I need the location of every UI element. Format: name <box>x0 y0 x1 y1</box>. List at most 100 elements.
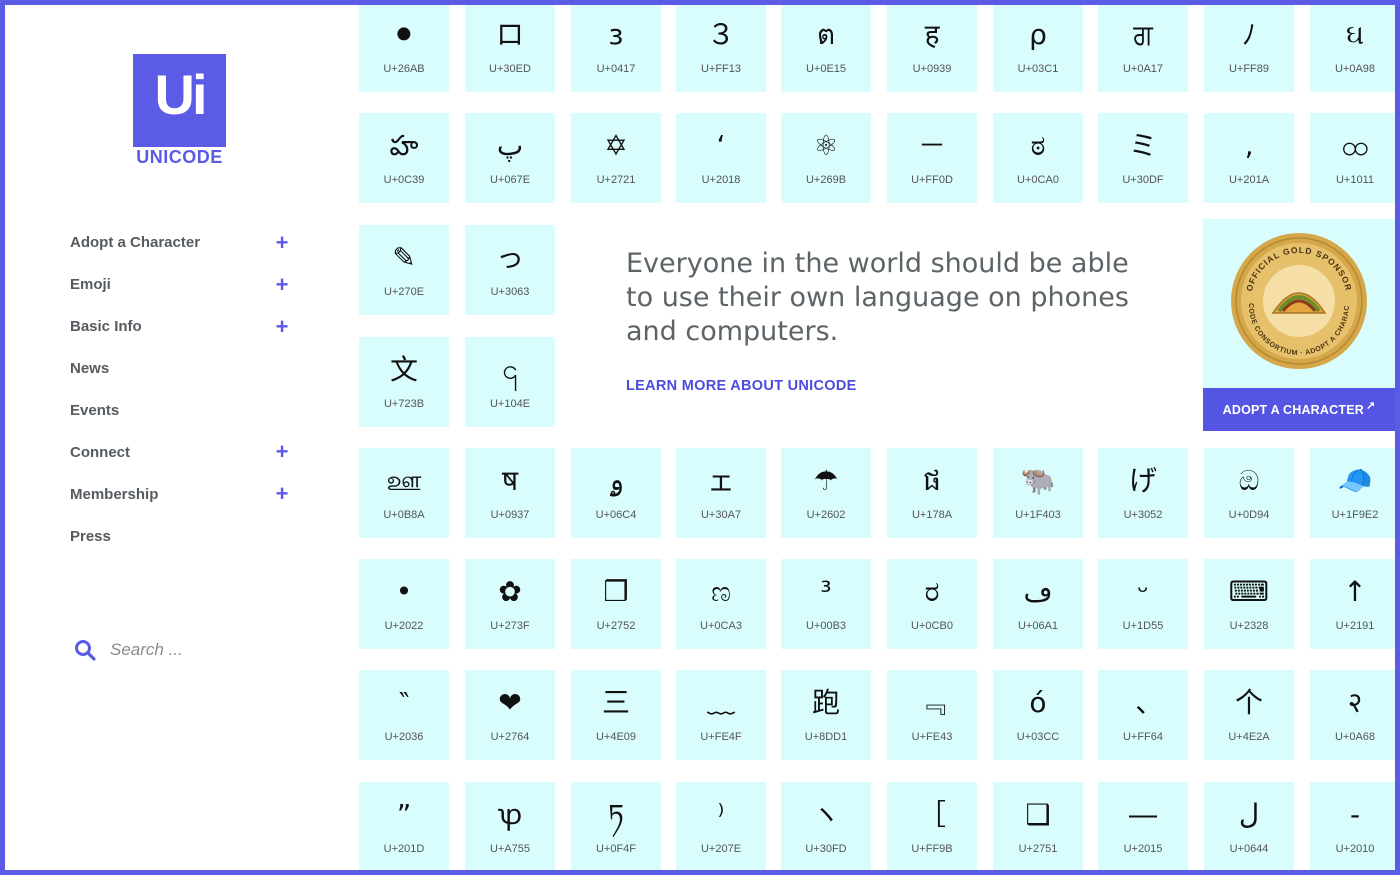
character-glyph: ᵕ <box>1137 575 1149 608</box>
character-tile[interactable]: ह U+0939 <box>887 2 977 92</box>
character-tile[interactable]: ミ U+30DF <box>1098 113 1188 203</box>
character-tile[interactable]: з U+0417 <box>571 2 661 92</box>
code-point-label: U+0CA3 <box>700 620 742 632</box>
character-tile[interactable]: 🐃 U+1F403 <box>993 448 1083 538</box>
character-tile[interactable]: ផ U+178A <box>887 448 977 538</box>
character-tile[interactable]: ό U+03CC <box>993 670 1083 760</box>
code-point-label: U+0E15 <box>805 63 847 75</box>
learn-more-link[interactable]: LEARN MORE ABOUT UNICODE <box>626 378 857 394</box>
sidebar-item-adopt-a-character[interactable]: Adopt a Character + <box>70 222 290 264</box>
character-tile[interactable]: ✎ U+270E <box>359 225 449 315</box>
character-tile[interactable]: ۄ U+06C4 <box>571 448 661 538</box>
character-glyph: ⚫ <box>392 18 416 51</box>
character-tile[interactable]: २ U+0A68 <box>1310 670 1400 760</box>
character-tile[interactable]: ³ U+00B3 <box>781 559 871 649</box>
character-tile[interactable]: ェ U+30A7 <box>676 448 766 538</box>
character-tile[interactable]: 个 U+4E2A <box>1204 670 1294 760</box>
character-tile[interactable]: ﾉ U+FF89 <box>1204 2 1294 92</box>
character-tile[interactable]: ၎ U+104E <box>465 337 555 427</box>
sponsor-panel: OFFICIAL GOLD SPONSOR UNICODE CONSORTIUM… <box>1203 219 1395 431</box>
character-tile[interactable]: ⌨ U+2328 <box>1204 559 1294 649</box>
character-glyph: 🐃 <box>1020 464 1056 497</box>
character-tile[interactable]: ❤ U+2764 <box>465 670 555 760</box>
character-tile[interactable]: پ U+067E <box>465 113 555 203</box>
character-tile[interactable]: ρ U+03C1 <box>993 2 1083 92</box>
unicode-logo[interactable]: Ui UNICODE <box>133 54 226 168</box>
character-tile[interactable]: 文 U+723B <box>359 337 449 427</box>
sidebar-item-press[interactable]: Press <box>70 515 290 557</box>
character-tile[interactable]: ཏ U+0F4F <box>571 782 661 872</box>
character-tile[interactable]: • U+2022 <box>359 559 449 649</box>
character-tile[interactable]: ﹃ U+FE43 <box>887 670 977 760</box>
code-point-label: U+0A17 <box>1122 63 1164 75</box>
sidebar-item-basic-info[interactable]: Basic Info + <box>70 306 290 348</box>
plus-icon[interactable]: + <box>274 231 290 254</box>
character-tile[interactable]: ❒ U+2752 <box>571 559 661 649</box>
character-tile[interactable]: ต U+0E15 <box>781 2 871 92</box>
character-tile[interactable]: ↑ U+2191 <box>1310 559 1400 649</box>
character-tile[interactable]: げ U+3052 <box>1098 448 1188 538</box>
character-tile[interactable]: ਗ U+0A17 <box>1098 2 1188 92</box>
character-tile[interactable]: ロ U+30ED <box>465 2 555 92</box>
sidebar-item-news[interactable]: News <box>70 348 290 390</box>
character-tile[interactable]: ڡ U+06A1 <box>993 559 1083 649</box>
plus-icon[interactable]: + <box>274 441 290 463</box>
character-tile[interactable]: ل U+0644 <box>1204 782 1294 872</box>
code-point-label: U+FF89 <box>1228 63 1270 75</box>
character-tile[interactable]: ඔ U+0D94 <box>1204 448 1294 538</box>
code-point-label: U+06A1 <box>1017 620 1059 632</box>
character-tile[interactable]: ⚛ U+269B <box>781 113 871 203</box>
character-tile[interactable]: ष U+0937 <box>465 448 555 538</box>
character-tile[interactable]: ஊ U+0B8A <box>359 448 449 538</box>
plus-icon[interactable]: + <box>274 315 290 338</box>
character-tile[interactable]: ထ U+1011 <box>1310 113 1400 203</box>
character-tile[interactable]: ‶ U+2036 <box>359 670 449 760</box>
character-tile[interactable]: 三 U+4E09 <box>571 670 661 760</box>
character-tile[interactable]: 跑 U+8DD1 <box>781 670 871 760</box>
character-glyph: ⁾ <box>717 798 725 831</box>
character-tile[interactable]: ” U+201D <box>359 782 449 872</box>
search-box[interactable] <box>74 636 294 664</box>
character-tile[interactable]: ರ U+0CB0 <box>887 559 977 649</box>
character-tile[interactable]: ［ U+FF9B <box>887 782 977 872</box>
character-tile[interactable]: ઘ U+0A98 <box>1310 2 1400 92</box>
sidebar-item-membership[interactable]: Membership + <box>70 473 290 515</box>
character-tile[interactable]: ⁾ U+207E <box>676 782 766 872</box>
plus-icon[interactable]: + <box>274 273 290 296</box>
logo-mark-text: Ui <box>154 63 208 126</box>
character-tile[interactable]: హ U+0C39 <box>359 113 449 203</box>
character-tile[interactable]: ‘ U+2018 <box>676 113 766 203</box>
character-tile[interactable]: ― U+2015 <box>1098 782 1188 872</box>
character-tile[interactable]: ヽ U+30FD <box>781 782 871 872</box>
code-point-label: U+4E2A <box>1228 731 1270 743</box>
character-glyph: ❒ <box>603 575 629 608</box>
search-icon[interactable] <box>74 639 96 661</box>
character-glyph: ⌨ <box>1228 575 1270 608</box>
character-tile[interactable]: ✿ U+273F <box>465 559 555 649</box>
character-tile[interactable]: ‚ U+201A <box>1204 113 1294 203</box>
character-glyph: ミ <box>1128 129 1157 162</box>
plus-icon[interactable]: + <box>274 483 290 505</box>
character-tile[interactable]: ３ U+FF13 <box>676 2 766 92</box>
sidebar-item-emoji[interactable]: Emoji + <box>70 264 290 306</box>
character-tile[interactable]: ᵕ U+1D55 <box>1098 559 1188 649</box>
character-tile[interactable]: ､ U+FF64 <box>1098 670 1188 760</box>
character-tile[interactable]: ⚫ U+26AB <box>359 2 449 92</box>
character-tile[interactable]: ಣ U+0CA3 <box>676 559 766 649</box>
search-input[interactable] <box>108 639 282 661</box>
character-tile[interactable]: ꝕ U+A755 <box>465 782 555 872</box>
character-tile[interactable]: － U+FF0D <box>887 113 977 203</box>
character-tile[interactable]: 🧢 U+1F9E2 <box>1310 448 1400 538</box>
code-point-label: U+104E <box>489 398 531 410</box>
character-tile[interactable]: ☂ U+2602 <box>781 448 871 538</box>
character-tile[interactable]: ❑ U+2751 <box>993 782 1083 872</box>
adopt-a-character-button[interactable]: ADOPT A CHARACTER ↗ <box>1203 388 1395 431</box>
character-tile[interactable]: ﹏ U+FE4F <box>676 670 766 760</box>
character-tile[interactable]: ಠ U+0CA0 <box>993 113 1083 203</box>
character-tile[interactable]: ‐ U+2010 <box>1310 782 1400 872</box>
sidebar-item-events[interactable]: Events <box>70 390 290 432</box>
sidebar-item-label: Events <box>70 402 120 419</box>
character-tile[interactable]: っ U+3063 <box>465 225 555 315</box>
character-tile[interactable]: ✡ U+2721 <box>571 113 661 203</box>
sidebar-item-connect[interactable]: Connect + <box>70 431 290 473</box>
